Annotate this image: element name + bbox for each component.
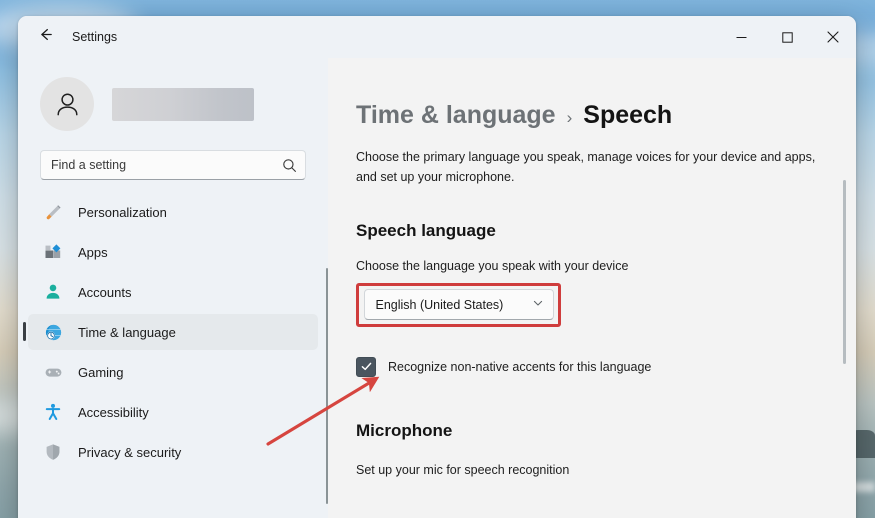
sidebar-item-accessibility[interactable]: Accessibility	[28, 394, 318, 430]
maximize-icon	[781, 31, 793, 43]
close-icon	[827, 31, 839, 43]
sidebar-item-accounts[interactable]: Accounts	[28, 274, 318, 310]
sidebar-item-privacy-and-security[interactable]: Privacy & security	[28, 434, 318, 470]
accent-checkbox-row[interactable]: Recognize non-native accents for this la…	[356, 356, 856, 377]
person-icon	[42, 281, 64, 303]
search-box[interactable]	[40, 150, 306, 180]
content-pane: Time & language › Speech Choose the prim…	[328, 58, 856, 518]
sidebar-nav-list: Personalization Apps Accounts Time & lan…	[18, 194, 328, 470]
minimize-button[interactable]	[718, 16, 764, 58]
breadcrumb-separator-icon: ›	[566, 108, 573, 127]
breadcrumb-parent[interactable]: Time & language	[356, 102, 556, 129]
search-icon[interactable]	[279, 155, 299, 175]
search-wrapper	[18, 136, 328, 180]
sidebar-item-label: Accessibility	[78, 404, 149, 420]
title-bar: Settings	[18, 16, 856, 58]
accessibility-icon	[42, 401, 64, 423]
maximize-button[interactable]	[764, 16, 810, 58]
page-description: Choose the primary language you speak, m…	[356, 150, 816, 184]
accent-checkbox-label: Recognize non-native accents for this la…	[388, 359, 652, 374]
person-avatar-icon	[56, 92, 78, 115]
speech-language-heading: Speech language	[356, 220, 496, 240]
language-dropdown-highlight-annotation: English (United States)	[356, 282, 561, 327]
search-input[interactable]	[41, 158, 305, 172]
sidebar-item-label: Accounts	[78, 284, 132, 300]
accent-checkbox[interactable]	[356, 356, 376, 377]
account-name-redacted	[112, 87, 254, 121]
gamepad-icon	[42, 361, 64, 383]
back-button[interactable]	[28, 22, 62, 52]
microphone-description: Set up your mic for speech recognition	[356, 462, 570, 477]
chevron-down-icon	[532, 297, 544, 312]
back-arrow-icon	[37, 26, 54, 48]
sidebar-item-label: Time & language	[78, 324, 176, 340]
sidebar: Personalization Apps	[18, 58, 328, 518]
globe-clock-icon	[42, 321, 64, 343]
microphone-heading: Microphone	[356, 420, 453, 440]
sidebar-item-personalization[interactable]: Personalization	[28, 194, 318, 230]
speech-language-dropdown[interactable]: English (United States)	[363, 289, 554, 321]
checkmark-icon	[361, 362, 371, 371]
minimize-icon	[736, 36, 746, 38]
sidebar-item-apps[interactable]: Apps	[28, 234, 318, 270]
speech-language-dropdown-value: English (United States)	[375, 297, 504, 312]
sidebar-item-time-and-language[interactable]: Time & language	[23, 314, 318, 350]
breadcrumb: Time & language › Speech	[356, 101, 856, 129]
sidebar-item-label: Personalization	[78, 204, 167, 220]
sidebar-item-label: Gaming	[78, 364, 124, 380]
apps-icon	[42, 241, 64, 263]
speech-language-field-label: Choose the language you speak with your …	[356, 258, 629, 273]
content-scrollbar[interactable]	[843, 180, 846, 364]
page-title: Speech	[583, 101, 673, 129]
close-button[interactable]	[810, 16, 856, 58]
shield-icon	[42, 441, 64, 463]
sidebar-item-label: Apps	[78, 244, 108, 260]
desktop-background: Settings Find a setting Personalization …	[0, 0, 875, 518]
window-body: Personalization Apps	[18, 58, 856, 518]
sidebar-item-gaming[interactable]: Gaming	[28, 354, 318, 390]
paintbrush-icon	[42, 201, 64, 223]
sidebar-item-label: Privacy & security	[78, 444, 182, 460]
settings-window: Settings Find a setting Personalization …	[18, 16, 856, 518]
window-controls	[718, 16, 856, 58]
avatar	[40, 77, 94, 131]
account-row[interactable]	[18, 72, 328, 136]
app-title: Settings	[72, 30, 118, 44]
